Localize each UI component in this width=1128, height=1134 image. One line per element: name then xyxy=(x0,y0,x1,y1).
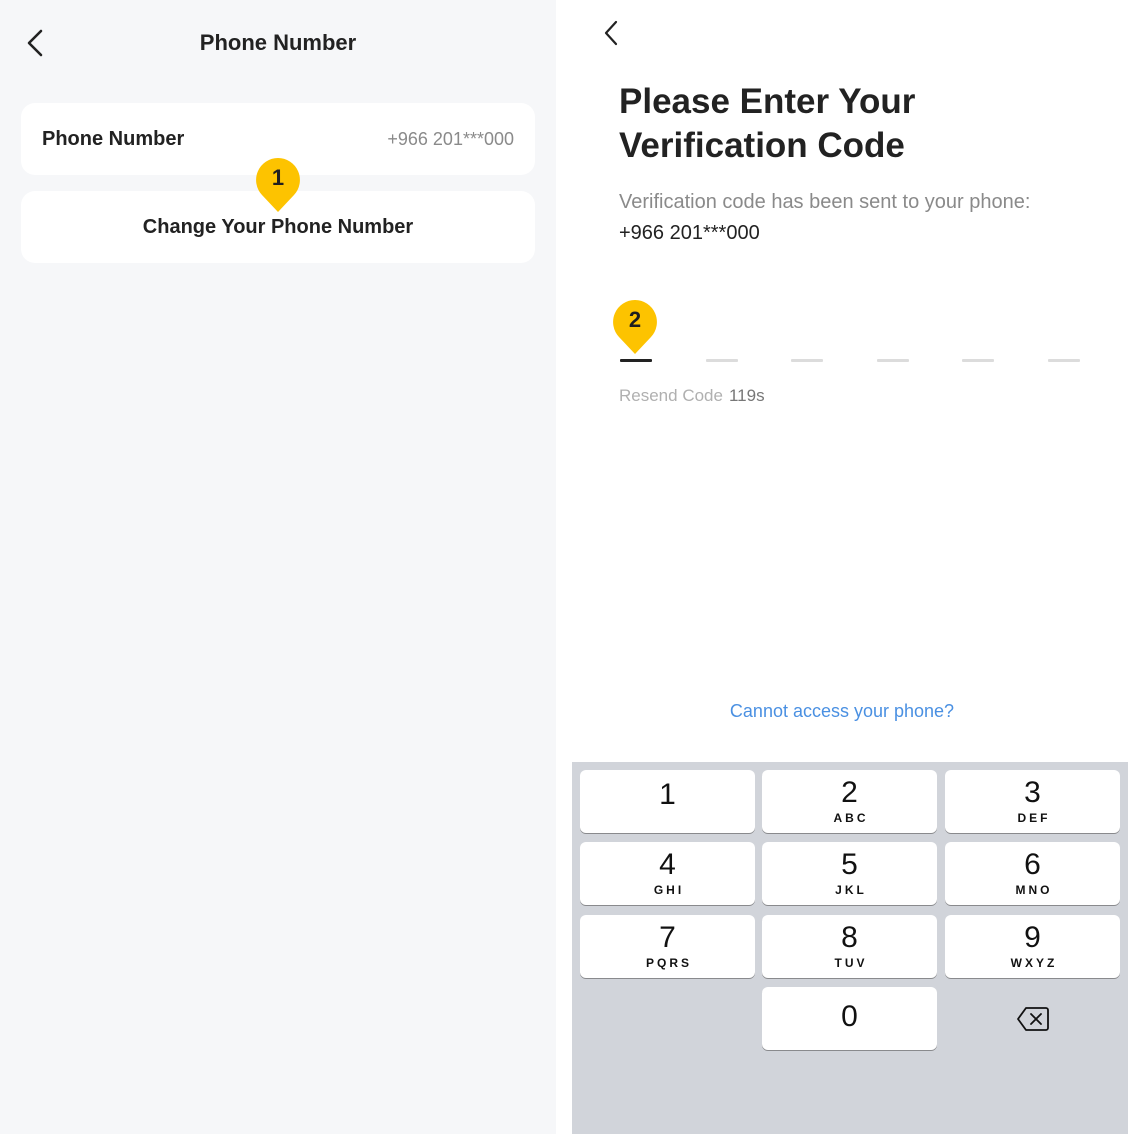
page-title: Phone Number xyxy=(199,30,357,55)
phone-number-value: +966 201***000 xyxy=(387,128,514,149)
code-slot-3[interactable] xyxy=(791,359,824,362)
resend-code: Resend Code 119s xyxy=(619,386,765,406)
key-7[interactable]: 7 PQRS xyxy=(580,915,755,978)
code-slot-2[interactable] xyxy=(705,359,738,362)
step-marker-label: 1 xyxy=(271,165,285,190)
verification-code-screen: Please Enter Your Verification Code Veri… xyxy=(556,0,1128,1134)
key-2[interactable]: 2 ABC xyxy=(762,770,937,833)
key-digit: 7 xyxy=(659,921,676,954)
key-digit: 8 xyxy=(841,921,858,954)
key-digit: 1 xyxy=(659,777,676,811)
key-4[interactable]: 4 GHI xyxy=(580,842,755,905)
key-letters: WXYZ xyxy=(1010,956,1058,970)
key-8[interactable]: 8 TUV xyxy=(762,915,937,978)
key-letters: PQRS xyxy=(645,956,692,970)
headline-line-2: Verification Code xyxy=(619,126,905,165)
resend-code-label: Resend Code xyxy=(619,386,723,405)
verification-subtitle: Verification code has been sent to your … xyxy=(619,187,1030,249)
key-3[interactable]: 3 DEF xyxy=(945,770,1120,833)
key-0[interactable]: 0 xyxy=(762,987,937,1050)
phone-number-label: Phone Number xyxy=(42,127,185,150)
subtitle-text: Verification code has been sent to your … xyxy=(619,191,1031,213)
back-button[interactable] xyxy=(596,16,626,50)
step-marker-2: 2 xyxy=(611,298,659,356)
masked-phone-number: +966 201***000 xyxy=(619,222,760,244)
key-digit: 5 xyxy=(841,848,858,881)
resend-timer: 119s xyxy=(728,386,765,405)
key-letters: DEF xyxy=(1017,811,1051,825)
key-letters: ABC xyxy=(833,811,869,825)
cannot-access-phone-link[interactable]: Cannot access your phone? xyxy=(556,701,1128,722)
key-digit: 9 xyxy=(1024,921,1041,954)
code-slot-4[interactable] xyxy=(876,359,909,362)
key-letters: TUV xyxy=(834,956,868,970)
step-marker-1: 1 xyxy=(254,156,302,214)
key-letters: MNO xyxy=(1015,883,1053,897)
backspace-icon xyxy=(1016,1006,1049,1031)
key-letters: GHI xyxy=(653,883,685,897)
key-9[interactable]: 9 WXYZ xyxy=(945,915,1120,978)
code-input[interactable] xyxy=(620,359,1080,362)
key-digit: 4 xyxy=(659,848,676,881)
key-digit: 3 xyxy=(1024,776,1041,809)
key-1[interactable]: 1 xyxy=(580,770,755,833)
code-slot-6[interactable] xyxy=(1047,359,1080,362)
key-digit: 6 xyxy=(1024,848,1041,881)
key-digit: 2 xyxy=(841,776,858,809)
headline-line-1: Please Enter Your xyxy=(619,82,916,121)
code-slot-1[interactable] xyxy=(620,359,652,362)
delete-key[interactable] xyxy=(945,987,1120,1050)
key-letters: JKL xyxy=(835,883,867,897)
code-slot-5[interactable] xyxy=(962,359,995,362)
page-headline: Please Enter Your Verification Code xyxy=(619,80,915,168)
chevron-left-icon xyxy=(604,20,618,46)
step-marker-label: 2 xyxy=(628,307,642,332)
key-5[interactable]: 5 JKL xyxy=(762,842,937,905)
key-digit: 0 xyxy=(841,999,858,1033)
phone-number-screen: Phone Number Phone Number +966 201***000… xyxy=(0,0,556,1134)
key-6[interactable]: 6 MNO xyxy=(945,842,1120,905)
numeric-keyboard: 1 2 ABC 3 DEF 4 GHI 5 JKL 6 MNO 7 PQRS 8 TUV 9 W… xyxy=(572,762,1128,1134)
